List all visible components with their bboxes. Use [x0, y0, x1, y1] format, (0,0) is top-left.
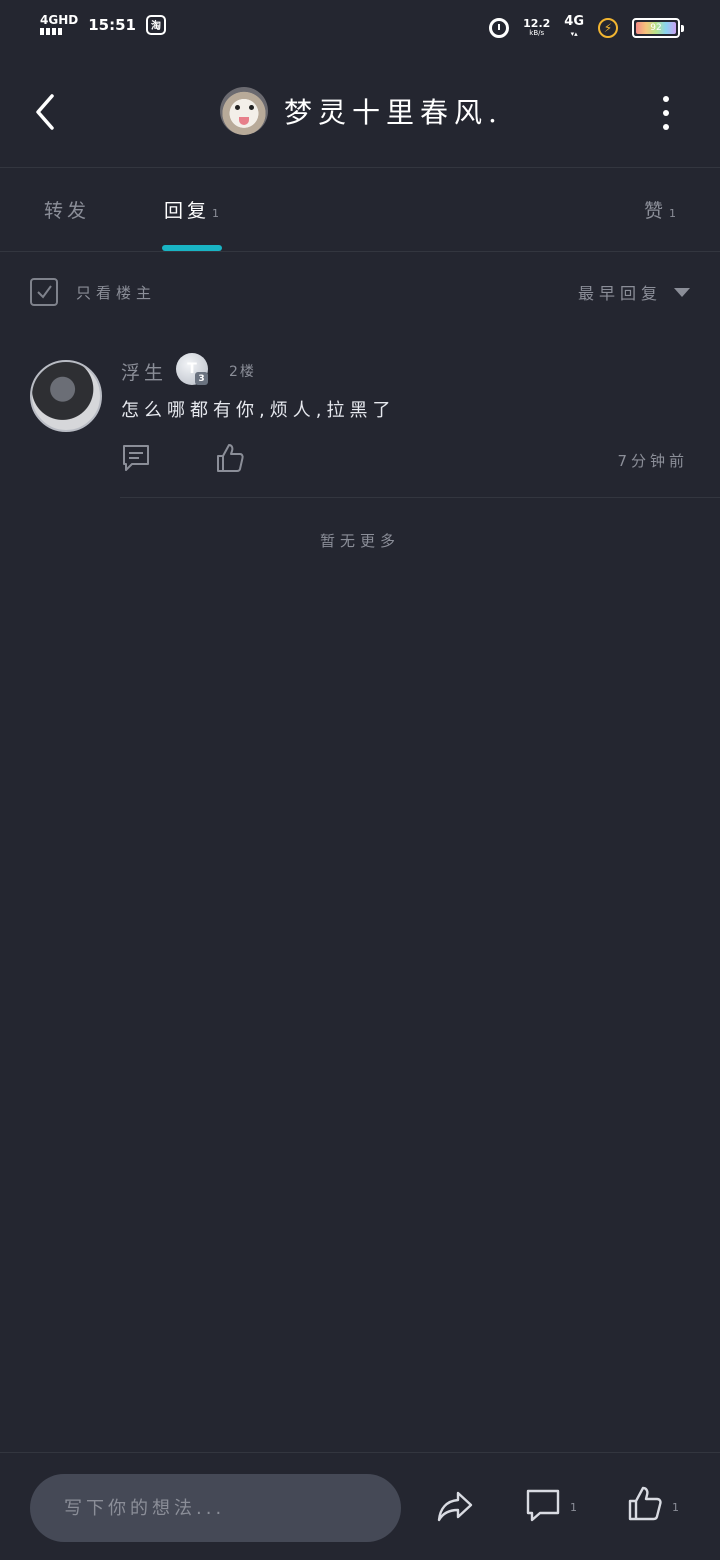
tab-repost[interactable]: 转发 [44, 196, 92, 223]
status-left: 4GHD 15:51 淘 [40, 14, 166, 35]
comment-input[interactable] [64, 1474, 384, 1542]
post-like-button[interactable] [626, 1485, 664, 1523]
comment-count: 1 [570, 1501, 577, 1514]
comment-author[interactable]: 浮生 [121, 358, 167, 385]
back-arrow-icon [36, 94, 54, 130]
author-avatar[interactable] [220, 87, 268, 135]
comment-button[interactable] [524, 1487, 562, 1525]
user-level-badge: T 3 [176, 353, 208, 385]
post-author[interactable]: 梦灵十里春风. [220, 86, 503, 136]
comment-time: 7分钟前 [617, 452, 688, 470]
tab-replies[interactable]: 回复 1 [164, 196, 223, 223]
sort-dropdown[interactable]: 最早回复 [578, 280, 690, 304]
reply-icon [123, 445, 149, 471]
net-speed-unit: kB/s [529, 29, 545, 37]
checkmark-icon [37, 285, 52, 299]
filter-row: 只看楼主 最早回复 [0, 252, 720, 332]
battery-level: 92 [636, 22, 676, 34]
status-right: 12.2 kB/s 4G ▾▴ ⚡ 92 [489, 14, 684, 40]
mobile-data-indicator: 4G ▾▴ [564, 14, 584, 40]
signal-indicator: 4GHD [40, 14, 78, 35]
comment-input-container [30, 1474, 401, 1542]
data-arrows-icon: ▾▴ [570, 30, 578, 38]
like-button[interactable] [214, 442, 246, 474]
comment-icon [526, 1489, 560, 1522]
clock: 15:51 [88, 15, 136, 34]
charging-icon: ⚡ [598, 18, 618, 38]
taobao-notification-icon: 淘 [145, 14, 166, 35]
thumbs-up-icon [628, 1486, 662, 1521]
thumbs-up-icon [217, 444, 244, 472]
header: 梦灵十里春风. [0, 56, 720, 168]
list-item: 浮生 T 3 2楼 怎么哪都有你,烦人,拉黑了 7分钟前 [0, 340, 720, 498]
reply-button[interactable] [120, 442, 152, 474]
tab-replies-label: 回复 [164, 200, 211, 222]
tab-likes-count: 1 [669, 207, 681, 220]
tab-likes-label: 赞 [644, 200, 668, 222]
alarm-icon [489, 18, 510, 38]
page: 4GHD 15:51 淘 12.2 kB/s 4G ▾▴ ⚡ 92 梦灵十里春风… [0, 0, 720, 1560]
sort-label: 最早回复 [577, 284, 662, 303]
bottom-action-bar: 1 1 [0, 1452, 720, 1560]
tab-replies-count: 1 [212, 207, 224, 220]
divider [120, 497, 720, 498]
back-button[interactable] [28, 90, 68, 134]
tab-bar: 转发 回复 1 赞1 [0, 168, 720, 252]
comment-text: 怎么哪都有你,烦人,拉黑了 [121, 400, 396, 421]
avatar[interactable] [30, 360, 102, 432]
tab-repost-label: 转发 [44, 200, 91, 222]
status-bar: 4GHD 15:51 淘 12.2 kB/s 4G ▾▴ ⚡ 92 [0, 0, 720, 56]
only-op-label[interactable]: 只看楼主 [76, 282, 156, 303]
badge-level: 3 [195, 372, 208, 385]
more-dots-icon [663, 96, 669, 102]
only-op-checkbox[interactable] [30, 278, 58, 306]
network-type: 4G [564, 14, 584, 29]
list-end-text: 暂无更多 [319, 532, 400, 550]
net-speed-value: 12.2 [523, 17, 551, 30]
net-speed: 12.2 kB/s [523, 18, 550, 38]
active-tab-indicator [162, 245, 222, 251]
signal-bars-icon [40, 28, 78, 35]
tab-likes[interactable]: 赞1 [644, 196, 680, 223]
share-button[interactable] [436, 1487, 474, 1525]
chevron-down-icon [674, 287, 690, 297]
more-options-button[interactable] [660, 96, 672, 130]
like-count: 1 [672, 1501, 679, 1514]
battery-icon: 92 [632, 18, 684, 38]
page-title: 梦灵十里春风. [284, 96, 503, 129]
floor-number: 2楼 [229, 364, 256, 380]
share-icon [437, 1491, 473, 1522]
network-label: 4GHD [40, 13, 79, 27]
